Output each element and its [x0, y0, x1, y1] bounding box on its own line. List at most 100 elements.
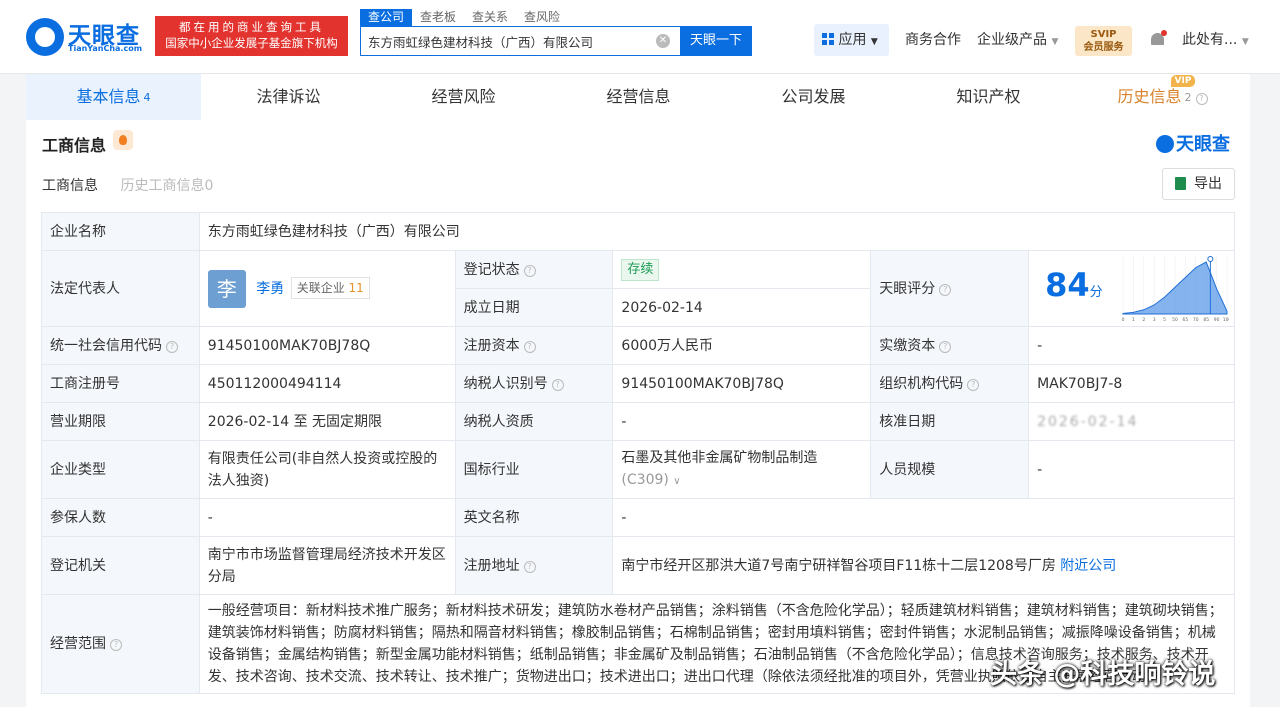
search-tab-boss[interactable]: 查老板 — [412, 9, 464, 26]
field-label: 人员规模 — [870, 440, 1030, 499]
business-cooperation-link[interactable]: 商务合作 — [905, 24, 961, 56]
help-icon[interactable]: ? — [166, 340, 178, 353]
help-icon[interactable]: ? — [523, 560, 536, 573]
tick-label: 50 — [1172, 317, 1178, 322]
search-tab-risk[interactable]: 查风险 — [516, 9, 568, 26]
tab-risk[interactable]: 经营风险 — [376, 74, 551, 120]
status-badge: 存续 — [621, 259, 660, 281]
help-icon[interactable]: ? — [110, 639, 122, 651]
tick-label: 5 — [1163, 317, 1166, 322]
related-label: 关联企业 — [296, 280, 345, 295]
legal-rep-link[interactable]: 李勇 — [256, 281, 284, 297]
industry-cell[interactable]: 石墨及其他非金属矿物制品制造 (C309) ∨ — [612, 440, 872, 499]
approve-date-value: 2026-02-14 — [1028, 402, 1235, 441]
field-label: 天眼评分? — [870, 250, 1030, 327]
member-service-label: 会员服务 — [1083, 42, 1124, 53]
field-label: 工商注册号 — [41, 364, 200, 403]
svip-member-button[interactable]: SVIP 会员服务 — [1075, 26, 1132, 56]
help-icon[interactable]: ? — [939, 340, 952, 353]
top-header: 天眼查 TianYanCha.com 都在用的商业查询工具 国家中小企业发展子基… — [0, 0, 1280, 74]
svip-label: SVIP — [1090, 29, 1117, 40]
search-box: ✕ 天眼一下 — [360, 26, 752, 56]
related-count: 11 — [348, 280, 364, 295]
field-label-text: 经营范围 — [50, 636, 106, 652]
tianyancha-watermark-logo: 天眼查 — [1156, 130, 1230, 156]
enterprise-products-menu[interactable]: 企业级产品 ▼ — [977, 24, 1058, 56]
legal-rep-cell: 李 李勇 关联企业 11 — [198, 250, 456, 327]
export-button[interactable]: 导出 — [1162, 168, 1235, 200]
industry-code: (C309) — [621, 471, 669, 488]
reg-authority-value: 南宁市市场监督管理局经济技术开发区分局 — [198, 536, 456, 595]
clear-icon[interactable]: ✕ — [656, 34, 670, 48]
field-label-text: 组织机构代码 — [879, 375, 964, 392]
help-icon[interactable]: ? — [967, 378, 980, 391]
tick-label: 3 — [1153, 317, 1156, 322]
tab-count: 4 — [143, 91, 151, 104]
org-code-value: MAK70BJ7-8 — [1028, 364, 1235, 403]
tab-development[interactable]: 公司发展 — [726, 74, 901, 120]
tab-ip[interactable]: 知识产权 — [901, 74, 1076, 120]
related-companies-badge[interactable]: 关联企业 11 — [290, 276, 370, 299]
help-icon[interactable]: ? — [523, 264, 536, 277]
tab-history[interactable]: 历史信息 2? — [1075, 74, 1250, 120]
credit-code-value: 91450100MAK70BJ78Q — [198, 326, 456, 365]
help-icon[interactable]: ? — [939, 283, 952, 296]
score-number: 84 — [1045, 265, 1090, 304]
enterprise-products-label: 企业级产品 — [977, 32, 1047, 48]
table-row: 营业期限 2026-02-14 至 无固定期限 纳税人资质 - 核准日期 202… — [41, 402, 1235, 441]
score-marker-dot — [1207, 255, 1214, 262]
tab-basic-info[interactable]: 基本信息 4 — [26, 74, 201, 120]
search-button[interactable]: 天眼一下 — [680, 26, 752, 56]
reg-status-cell: 存续 — [612, 250, 872, 289]
user-menu[interactable]: 此处有... ▼ — [1182, 24, 1249, 56]
tab-operation[interactable]: 经营信息 — [551, 74, 726, 120]
slogan-banner: 都在用的商业查询工具 国家中小企业发展子基金旗下机构 — [155, 16, 348, 56]
fire-icon — [113, 130, 133, 150]
tab-label: 基本信息 — [76, 87, 141, 106]
tax-qualification-value: - — [612, 402, 872, 441]
table-row: 企业名称 东方雨虹绿色建材科技（广西）有限公司 — [41, 212, 1236, 251]
subtab-history-business-info[interactable]: 历史工商信息0 — [120, 175, 213, 195]
eye-logo-icon — [26, 18, 64, 56]
table-row: 登记机关 南宁市市场监督管理局经济技术开发区分局 注册地址? 南宁市经开区那洪大… — [41, 536, 1235, 595]
user-name: 此处有... — [1182, 32, 1238, 48]
field-label: 实缴资本? — [870, 326, 1030, 365]
field-label: 组织机构代码? — [870, 364, 1030, 403]
field-label: 登记状态? — [454, 250, 614, 289]
search-tab-company[interactable]: 查公司 — [360, 9, 413, 26]
staff-size-value: - — [1028, 440, 1235, 499]
app-menu-button[interactable]: 应用 ▼ — [814, 24, 889, 56]
tab-legal[interactable]: 法律诉讼 — [201, 74, 376, 120]
help-icon[interactable]: ? — [523, 340, 536, 353]
tab-count: 2 — [1184, 91, 1192, 104]
address-cell: 南宁市经开区那洪大道7号南宁研祥智谷项目F11栋十二层1208号厂房 附近公司 — [612, 536, 1235, 595]
export-label: 导出 — [1194, 176, 1222, 192]
chevron-down-icon[interactable]: ∨ — [673, 476, 680, 487]
search-tab-relation[interactable]: 查关系 — [464, 9, 516, 26]
business-info-panel: 工商信息 天眼查 工商信息 历史工商信息0 导出 企业名称 东方雨虹绿色建材科技… — [26, 120, 1250, 707]
tianyancha-logo[interactable]: 天眼查 TianYanCha.com — [26, 16, 150, 56]
field-label: 法定代表人 — [41, 250, 200, 327]
logo-subtext: TianYanCha.com — [68, 44, 143, 53]
subtab-business-info[interactable]: 工商信息 — [42, 175, 98, 195]
business-info-table: 企业名称 东方雨虹绿色建材科技（广西）有限公司 法定代表人 李 李勇 关联企业 … — [41, 212, 1236, 694]
help-icon: ? — [1195, 93, 1208, 105]
company-type-value: 有限责任公司(非自然人投资或控股的法人独资) — [198, 440, 456, 499]
slogan-line-1: 都在用的商业查询工具 — [179, 20, 324, 34]
eye-logo-icon — [1156, 135, 1174, 153]
industry-value: 石墨及其他非金属矿物制品制造 — [621, 449, 818, 466]
avatar[interactable]: 李 — [207, 269, 246, 308]
tick-label: 0 — [1122, 317, 1125, 322]
capital-value: 6000万人民币 — [612, 326, 872, 365]
field-label: 营业期限 — [41, 402, 200, 441]
field-label-text: 注册资本 — [463, 337, 520, 354]
help-icon[interactable]: ? — [551, 378, 564, 391]
tick-label: 2 — [1142, 317, 1145, 322]
insured-count-value: - — [198, 498, 456, 537]
slogan-line-2: 国家中小企业发展子基金旗下机构 — [165, 36, 338, 50]
search-input[interactable] — [361, 27, 681, 55]
sub-tabs: 工商信息 历史工商信息0 — [42, 175, 231, 195]
notification-bell-icon[interactable] — [1150, 30, 1167, 48]
nearby-companies-link[interactable]: 附近公司 — [1060, 558, 1116, 574]
table-row: 参保人数 - 英文名称 - — [41, 498, 1235, 537]
